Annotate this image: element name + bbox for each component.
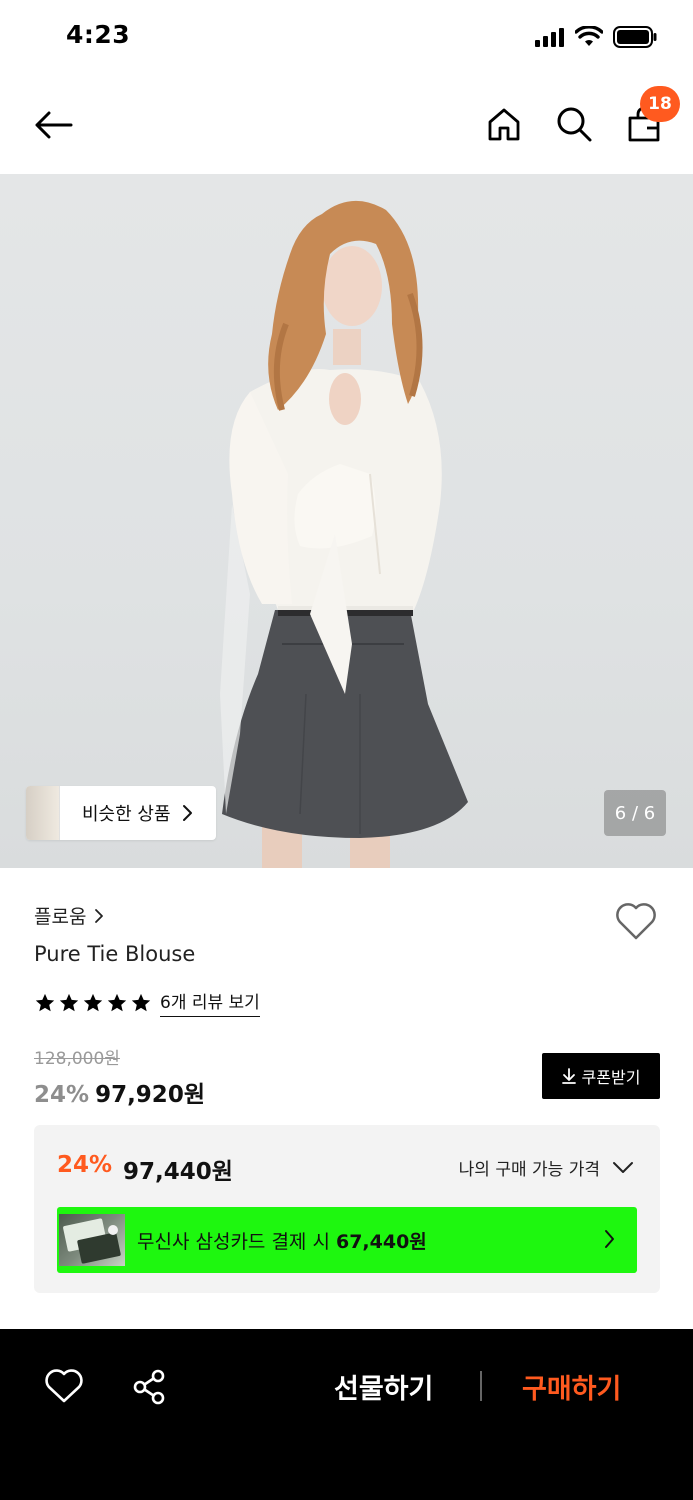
my-price-toggle[interactable]: 나의 구매 가능 가격 [459, 1155, 634, 1180]
home-icon [488, 108, 520, 141]
status-icons [535, 26, 657, 48]
card-promo-banner[interactable]: 무신사 삼성카드 결제 시 67,440원 [57, 1207, 637, 1273]
my-price-label: 나의 구매 가능 가격 [458, 1160, 600, 1180]
card-image-icon [63, 1218, 121, 1264]
rating-stars [34, 992, 152, 1014]
star-icon [107, 993, 127, 1011]
my-price-value: 97,440원 [123, 1159, 233, 1185]
review-link[interactable]: 6개 리뷰 보기 [160, 988, 260, 1017]
chevron-right-icon [605, 1230, 614, 1248]
battery-icon [613, 26, 657, 48]
search-icon [557, 107, 592, 142]
chevron-right-icon [182, 805, 192, 821]
similar-product-thumbnail [26, 786, 60, 840]
status-time: 4:23 [66, 20, 131, 49]
brand-link[interactable]: 플로움 [34, 902, 104, 929]
sale-price-row: 24% 97,920원 [34, 1075, 205, 1109]
bottom-wishlist-button[interactable] [44, 1367, 84, 1407]
card-promo-price: 67,440원 [335, 1230, 427, 1253]
home-button[interactable] [482, 102, 526, 146]
star-icon [83, 993, 103, 1011]
signal-icon [535, 28, 564, 47]
image-page-indicator: 6 / 6 [604, 790, 666, 836]
card-promo-thumbnail [59, 1214, 125, 1266]
buy-button[interactable]: 구매하기 [522, 1367, 621, 1406]
back-button[interactable] [30, 102, 76, 148]
coupon-button[interactable]: 쿠폰받기 [542, 1053, 660, 1099]
status-bar: 4:23 [0, 0, 693, 76]
rating-row: 6개 리뷰 보기 [34, 988, 260, 1017]
product-photo [220, 200, 468, 868]
star-icon [35, 993, 55, 1011]
card-promo-label: 무신사 삼성카드 결제 시 [137, 1230, 336, 1253]
bottom-divider [480, 1371, 482, 1401]
product-title: Pure Tie Blouse [34, 942, 196, 966]
download-icon [561, 1068, 576, 1084]
product-image-gallery[interactable] [0, 174, 693, 868]
discount-percent: 24% [34, 1082, 90, 1108]
heart-icon [45, 1369, 83, 1403]
chevron-down-icon [613, 1161, 633, 1173]
my-price-discount: 24% [57, 1152, 113, 1178]
share-button[interactable] [130, 1367, 170, 1407]
share-icon [133, 1369, 165, 1405]
bottom-action-bar: 선물하기 구매하기 [0, 1329, 693, 1500]
chevron-right-icon [95, 908, 104, 923]
gift-button[interactable]: 선물하기 [334, 1367, 433, 1406]
search-button[interactable] [552, 102, 596, 146]
star-icon [59, 993, 79, 1011]
star-icon [131, 993, 151, 1011]
my-price-box: 24% 97,440원 나의 구매 가능 가격 무신사 삼성카드 결제 시 67… [34, 1125, 660, 1293]
card-promo-text: 무신사 삼성카드 결제 시 67,440원 [137, 1227, 427, 1254]
similar-products-button[interactable]: 비슷한 상품 [26, 786, 216, 840]
original-price: 128,000원 [34, 1049, 120, 1069]
heart-icon [616, 903, 656, 940]
similar-products-label: 비슷한 상품 [82, 804, 171, 825]
wifi-icon [575, 26, 603, 46]
brand-name: 플로움 [34, 906, 87, 928]
wishlist-button[interactable] [614, 900, 658, 942]
cart-count-badge: 18 [640, 86, 680, 122]
sale-price: 97,920원 [95, 1082, 205, 1108]
arrow-left-icon [35, 111, 73, 139]
top-navigation [0, 76, 693, 174]
coupon-label: 쿠폰받기 [581, 1068, 641, 1087]
